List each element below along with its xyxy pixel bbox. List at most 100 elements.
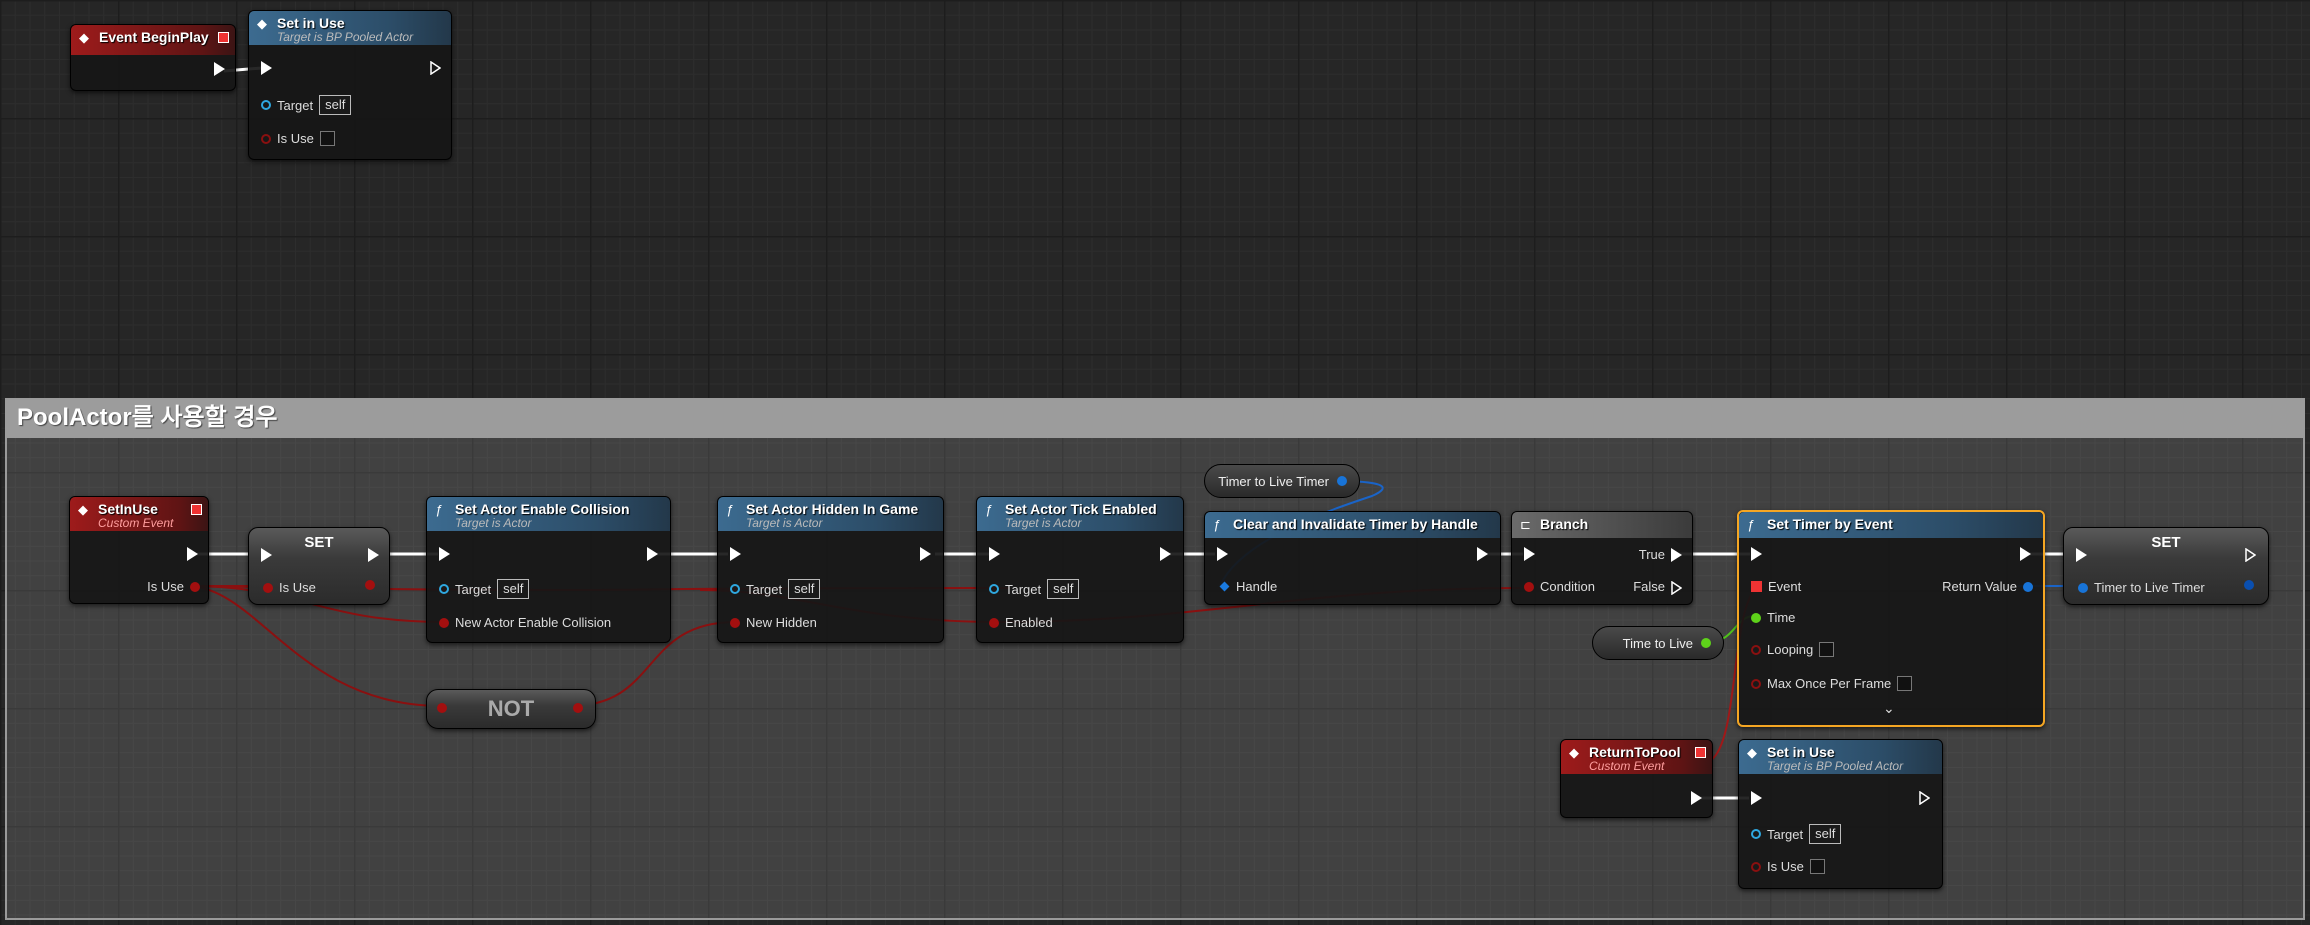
node-subtitle: Custom Event [1589,759,1665,773]
delegate-pin[interactable] [218,32,229,43]
clear-invalidate-timer-node[interactable]: ƒ Clear and Invalidate Timer by Handle H… [1204,511,1501,605]
max-once-per-frame-pin[interactable]: Max Once Per Frame [1751,676,1913,691]
time-to-live-getter[interactable]: Time to Live [1592,626,1724,660]
isuse-checkbox[interactable] [1809,859,1825,874]
exec-in-pin[interactable] [261,61,272,75]
target-pin[interactable]: Target self [439,579,530,599]
branch-node[interactable]: ⊏ Branch True Condition False [1511,511,1693,605]
event-beginplay-node[interactable]: ◆ Event BeginPlay [70,24,236,91]
exec-out-pin[interactable] [187,547,198,561]
exec-out-pin[interactable] [1919,790,1931,806]
looping-checkbox[interactable] [1819,642,1835,657]
exec-out-pin[interactable] [647,547,658,561]
set-actor-tick-enabled-node[interactable]: ƒ Set Actor Tick Enabled Target is Actor… [976,496,1184,643]
node-subtitle: Target is BP Pooled Actor [1767,759,1904,773]
function-icon: ◆ [257,16,267,31]
timer-out-pin[interactable] [2244,580,2254,590]
target-value[interactable]: self [1809,824,1842,844]
set-timer-by-event-node[interactable]: ƒ Set Timer by Event Event Return Value … [1737,510,2045,727]
bool-pin-icon [365,580,375,590]
returntopool-event-node[interactable]: ◆ ReturnToPool Custom Event [1560,739,1713,818]
target-value[interactable]: self [1047,579,1080,599]
time-pin[interactable]: Time [1751,610,1795,625]
exec-out-icon [2020,547,2031,561]
setinuse-event-node[interactable]: ◆ SetInUse Custom Event Is Use [69,496,209,604]
enabled-pin[interactable]: Enabled [989,615,1053,630]
pin-label: True [1638,547,1665,562]
isuse-out-pin[interactable] [365,580,375,590]
set-actor-hidden-in-game-node[interactable]: ƒ Set Actor Hidden In Game Target is Act… [717,496,944,643]
isuse-in-pin[interactable]: Is Use [263,580,316,595]
function-icon: ƒ [726,502,734,517]
exec-out-pin[interactable] [214,62,225,76]
looping-pin[interactable]: Looping [1751,642,1835,657]
pin-label: Handle [1236,579,1278,594]
isuse-pin[interactable]: Is Use [1751,859,1825,874]
exec-in-pin[interactable] [1524,547,1535,561]
exec-in-icon [439,547,450,561]
object-pin-icon [439,584,449,594]
target-pin[interactable]: Target self [1751,824,1842,844]
node-title: Set Actor Enable Collision [455,501,630,517]
set-timer-to-live-timer-node[interactable]: SET Timer to Live Timer [2063,527,2269,605]
set-actor-enable-collision-node[interactable]: ƒ Set Actor Enable Collision Target is A… [426,496,671,643]
not-in-pin[interactable] [437,703,447,713]
exec-out-pin[interactable] [1160,547,1171,561]
pin-label: Max Once Per Frame [1767,676,1892,691]
false-pin[interactable]: False [1633,579,1683,595]
target-value[interactable]: self [497,579,530,599]
exec-in-pin[interactable] [2076,548,2087,562]
pin-label: Timer to Live Timer [2094,580,2205,595]
target-pin[interactable]: Target self [730,579,821,599]
function-icon: ƒ [1747,517,1755,532]
set-in-use-bottom-node[interactable]: ◆ Set in Use Target is BP Pooled Actor T… [1738,739,1943,889]
true-pin[interactable]: True [1639,547,1682,562]
target-pin[interactable]: Target self [261,95,352,115]
expand-chevron-icon[interactable]: ⌄ [1883,700,1895,717]
not-out-pin[interactable] [573,703,583,713]
exec-in-pin[interactable] [1217,547,1228,561]
condition-pin[interactable]: Condition [1524,579,1595,594]
exec-out-pin[interactable] [2020,547,2031,561]
exec-in-pin[interactable] [1751,547,1762,561]
node-header: ƒ Set Actor Hidden In Game Target is Act… [718,497,943,531]
exec-out-pin[interactable] [1691,791,1702,805]
exec-in-pin[interactable] [989,547,1000,561]
target-value[interactable]: self [319,95,352,115]
handle-pin[interactable]: Handle [1219,579,1277,594]
exec-in-icon [989,547,1000,561]
isuse-pin[interactable]: Is Use [261,131,335,146]
set-in-use-top-node[interactable]: ◆ Set in Use Target is BP Pooled Actor T… [248,10,452,160]
exec-in-pin[interactable] [730,547,741,561]
pin-label: Is Use [277,131,314,146]
exec-in-pin[interactable] [439,547,450,561]
float-pin-icon[interactable] [1701,638,1711,648]
isuse-out-pin[interactable]: Is Use [147,579,200,594]
event-pin[interactable]: Event [1751,579,1801,594]
timer-to-live-timer-getter[interactable]: Timer to Live Timer [1204,464,1360,498]
exec-out-pin[interactable] [368,548,379,562]
target-pin[interactable]: Target self [989,579,1080,599]
new-hidden-pin[interactable]: New Hidden [730,615,817,630]
exec-in-pin[interactable] [1751,791,1762,805]
exec-out-pin[interactable] [1477,547,1488,561]
exec-out-pin[interactable] [920,547,931,561]
exec-out-pin[interactable] [2245,547,2257,563]
struct-pin-icon[interactable] [1337,476,1347,486]
not-node[interactable]: NOT [426,689,596,729]
exec-out-pin[interactable] [430,60,442,76]
isuse-checkbox[interactable] [319,131,335,146]
new-actor-enable-collision-pin[interactable]: New Actor Enable Collision [439,615,611,630]
target-value[interactable]: self [788,579,821,599]
set-isuse-node[interactable]: SET Is Use [248,527,390,605]
return-value-pin[interactable]: Return Value [1942,579,2033,594]
delegate-pin[interactable] [191,504,202,515]
exec-in-pin[interactable] [261,548,272,562]
timer-in-pin[interactable]: Timer to Live Timer [2078,580,2205,595]
delegate-pin[interactable] [1695,747,1706,758]
node-header: ƒ Set Timer by Event [1739,512,2043,538]
max-once-checkbox[interactable] [1897,676,1913,691]
bool-pin-icon [1524,581,1534,592]
function-icon: ƒ [435,502,443,517]
struct-pin-icon [2078,582,2088,593]
